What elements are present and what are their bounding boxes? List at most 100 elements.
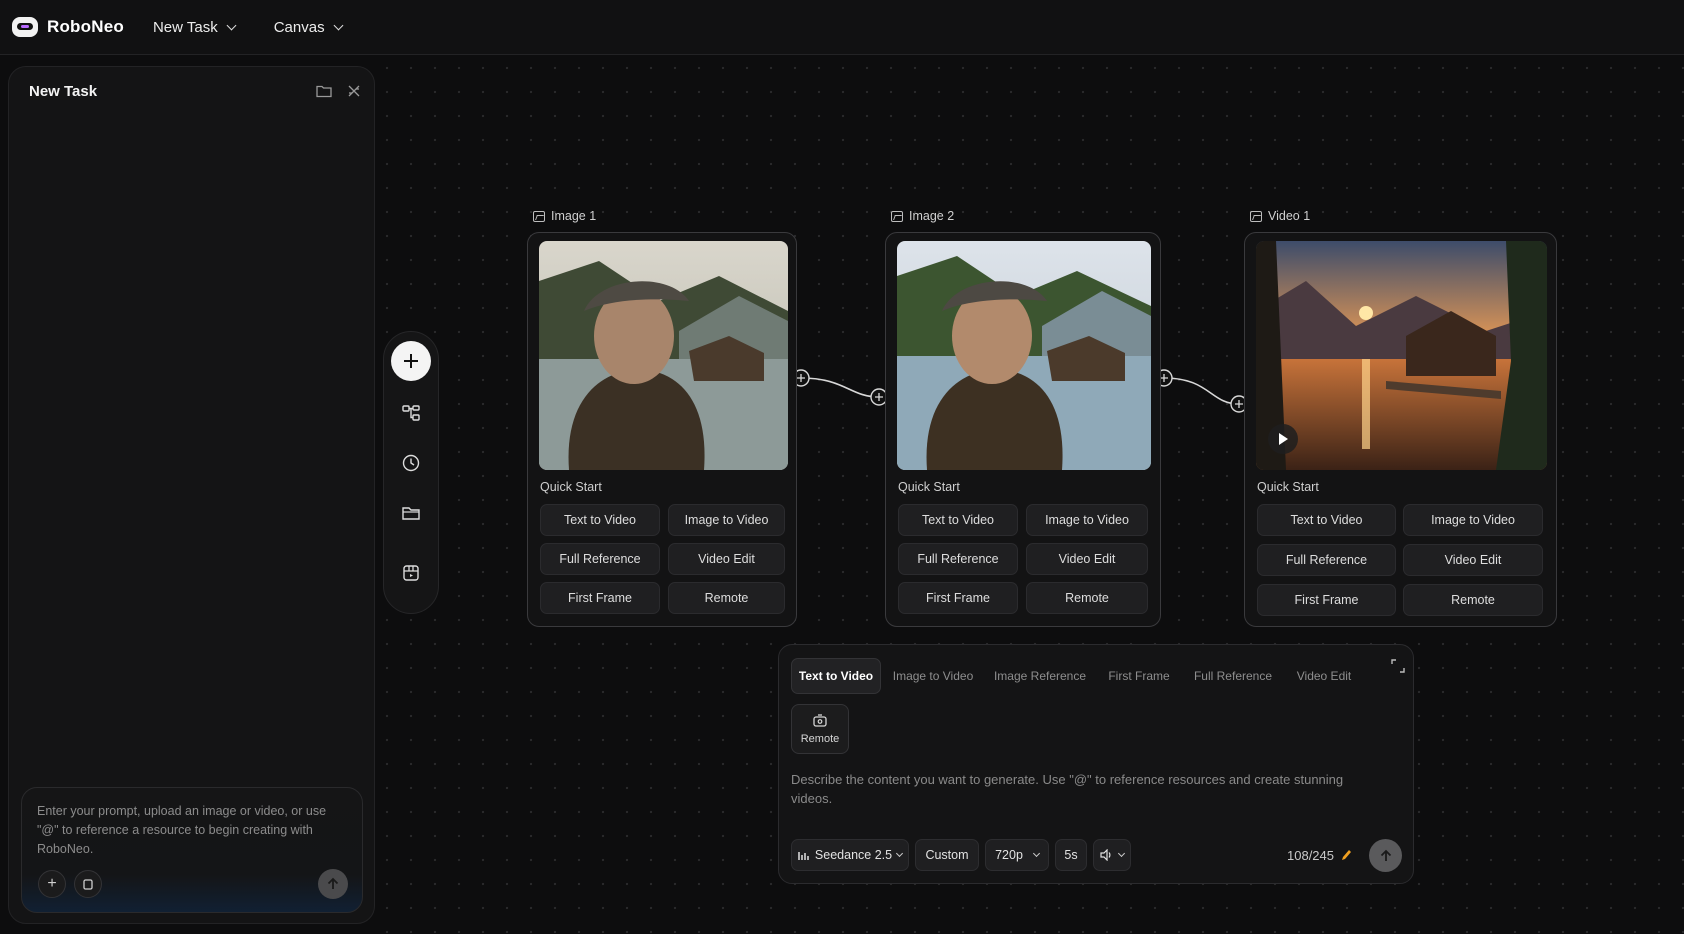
image-to-video-button[interactable]: Image to Video (1403, 504, 1543, 536)
history-icon (402, 454, 420, 472)
chevron-down-icon (1032, 849, 1040, 858)
folder-icon (402, 507, 420, 520)
image-to-video-button[interactable]: Image to Video (668, 504, 785, 536)
first-frame-button[interactable]: First Frame (1257, 584, 1396, 616)
plus-icon (404, 354, 418, 368)
send-button[interactable] (318, 869, 348, 899)
mode-select[interactable]: Custom (915, 839, 979, 871)
image-icon (891, 210, 903, 222)
panel-title: New Task (29, 83, 98, 100)
node-label-image-2: Image 2 (891, 209, 954, 223)
image-icon (533, 210, 545, 222)
audio-toggle[interactable] (1093, 839, 1131, 871)
arrow-up-icon (327, 877, 339, 889)
remote-button[interactable]: Remote (668, 582, 785, 614)
prompt-input[interactable]: Enter your prompt, upload an image or vi… (21, 787, 363, 913)
node-card-image-1[interactable]: Quick Start Text to Video Image to Video… (527, 232, 797, 627)
mode-label: Custom (925, 848, 969, 862)
app-name: RoboNeo (47, 17, 124, 36)
first-frame-button[interactable]: First Frame (540, 582, 660, 614)
storyboard-button[interactable] (399, 561, 423, 585)
arrow-up-icon (1380, 849, 1391, 861)
workflow-icon (402, 405, 420, 421)
add-attachment-button[interactable]: + (38, 870, 66, 898)
remote-button[interactable]: Remote (1403, 584, 1543, 616)
new-task-menu-label: New Task (152, 18, 218, 36)
text-to-video-button[interactable]: Text to Video (540, 504, 660, 536)
video-thumbnail[interactable] (1256, 241, 1547, 470)
model-label: Seedance 2.5 (814, 848, 893, 862)
first-frame-button[interactable]: First Frame (898, 582, 1018, 614)
quick-start-label: Quick Start (540, 480, 602, 494)
video-edit-button[interactable]: Video Edit (1403, 544, 1543, 576)
portrait-image-1[interactable] (539, 241, 788, 470)
history-button[interactable] (399, 451, 423, 475)
model-select[interactable]: Seedance 2.5 (791, 839, 909, 871)
tab-image-to-video[interactable]: Image to Video (883, 658, 983, 694)
play-button[interactable] (1268, 424, 1298, 454)
video-icon (1250, 210, 1262, 222)
node-label-image-1: Image 1 (533, 209, 596, 223)
plus-icon: + (47, 875, 57, 892)
video-edit-button[interactable]: Video Edit (668, 543, 785, 575)
canvas-menu-label: Canvas (273, 18, 325, 36)
text-to-video-button[interactable]: Text to Video (898, 504, 1018, 536)
assets-button[interactable] (399, 501, 423, 525)
node-title: Video 1 (1268, 209, 1311, 223)
collapse-icon[interactable] (343, 80, 365, 102)
tab-text-to-video[interactable]: Text to Video (791, 658, 881, 694)
text-to-video-button[interactable]: Text to Video (1257, 504, 1396, 536)
add-node-button[interactable] (391, 341, 431, 381)
full-reference-button[interactable]: Full Reference (898, 543, 1018, 575)
folder-icon[interactable] (313, 80, 335, 102)
remote-icon (813, 713, 827, 727)
chevron-down-icon (1117, 849, 1126, 858)
tab-first-frame[interactable]: First Frame (1097, 658, 1181, 694)
expand-icon[interactable] (1391, 659, 1405, 673)
new-task-menu[interactable]: New Task (152, 18, 237, 36)
node-title: Image 2 (909, 209, 955, 223)
calendar-icon (403, 565, 419, 581)
workflow-button[interactable] (399, 401, 423, 425)
play-icon (1279, 433, 1288, 445)
quick-start-label: Quick Start (898, 480, 960, 494)
generation-panel: Text to Video Image to Video Image Refer… (778, 644, 1414, 884)
duration-select[interactable]: 5s (1055, 839, 1087, 871)
generate-button[interactable] (1369, 839, 1402, 872)
portrait-image-2[interactable] (897, 241, 1151, 470)
node-card-image-2[interactable]: Quick Start Text to Video Image to Video… (885, 232, 1161, 627)
resolution-select[interactable]: 720p (985, 839, 1049, 871)
counter-value: 108/245 (1287, 848, 1334, 863)
square-icon (83, 878, 93, 890)
tab-image-reference[interactable]: Image Reference (985, 658, 1095, 694)
speaker-icon (1100, 849, 1111, 861)
generation-prompt-input[interactable]: Describe the content you want to generat… (791, 770, 1351, 808)
prompt-placeholder: Enter your prompt, upload an image or vi… (37, 804, 327, 856)
chevron-down-icon (333, 20, 344, 30)
pencil-icon (1341, 850, 1351, 860)
video-edit-button[interactable]: Video Edit (1026, 543, 1148, 575)
canvas-toolbar (383, 331, 439, 614)
canvas-menu[interactable]: Canvas (273, 18, 344, 36)
node-label-video-1: Video 1 (1250, 209, 1310, 223)
full-reference-button[interactable]: Full Reference (540, 543, 660, 575)
credit-counter: 108/245 (1287, 848, 1352, 863)
node-card-video-1[interactable]: Quick Start Text to Video Image to Video… (1244, 232, 1557, 627)
app-logo[interactable]: RoboNeo (12, 17, 124, 37)
model-bars-icon (798, 851, 809, 860)
resolution-label: 720p (995, 848, 1023, 862)
full-reference-button[interactable]: Full Reference (1257, 544, 1396, 576)
tab-video-edit[interactable]: Video Edit (1285, 658, 1363, 694)
mode-toggle-button[interactable] (74, 870, 102, 898)
remote-button[interactable]: Remote (1026, 582, 1148, 614)
top-bar: RoboNeo New Task Canvas (0, 0, 1684, 55)
chevron-down-icon (226, 20, 237, 30)
tab-full-reference[interactable]: Full Reference (1183, 658, 1283, 694)
chevron-down-icon (896, 849, 904, 858)
task-panel: New Task Enter your prompt, upload an im… (8, 66, 375, 924)
quick-start-label: Quick Start (1257, 480, 1319, 494)
remote-tile[interactable]: Remote (791, 704, 849, 754)
duration-label: 5s (1064, 848, 1078, 862)
node-title: Image 1 (551, 209, 597, 223)
image-to-video-button[interactable]: Image to Video (1026, 504, 1148, 536)
